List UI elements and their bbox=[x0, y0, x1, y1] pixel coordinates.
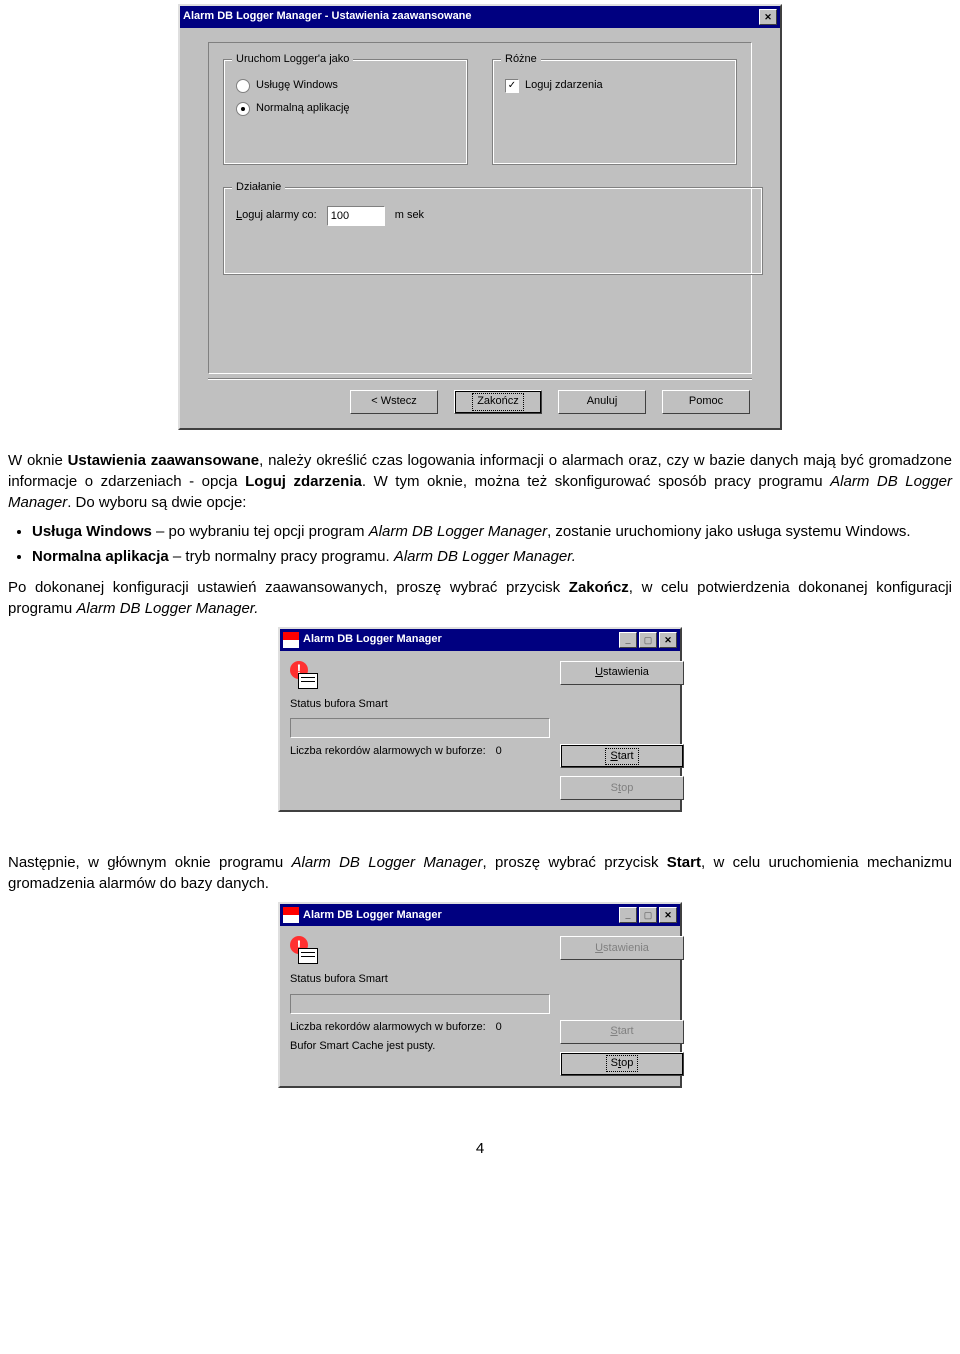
group-run-legend: Uruchom Logger'a jako bbox=[232, 52, 353, 67]
maximize-icon: ▢ bbox=[639, 632, 657, 648]
close-icon[interactable]: ✕ bbox=[759, 9, 777, 25]
settings-button: Ustawienia bbox=[560, 936, 684, 960]
stop-button[interactable]: Stop bbox=[560, 1052, 684, 1076]
radio-label: Usługę Windows bbox=[256, 78, 338, 93]
back-button[interactable]: < Wstecz bbox=[350, 390, 438, 414]
app-icon bbox=[283, 907, 299, 923]
log-every-unit: m sek bbox=[395, 208, 424, 223]
status-label: Status bufora Smart bbox=[290, 972, 670, 987]
group-misc: Różne ✓ Loguj zdarzenia bbox=[492, 59, 737, 165]
radio-windows-service[interactable]: Usługę Windows bbox=[236, 78, 455, 93]
bullet-service: Usługa Windows – po wybraniu tej opcji p… bbox=[32, 521, 952, 542]
app-icon bbox=[283, 632, 299, 648]
start-button: Start bbox=[560, 1020, 684, 1044]
group-action-legend: Działanie bbox=[232, 180, 285, 195]
stop-button: Stop bbox=[560, 776, 684, 800]
radio-label: Normalną aplikację bbox=[256, 101, 350, 116]
maximize-icon: ▢ bbox=[639, 907, 657, 923]
cache-empty-label: Bufor Smart Cache jest pusty. bbox=[290, 1039, 502, 1054]
radio-icon bbox=[236, 102, 250, 116]
titlebar: Alarm DB Logger Manager - Ustawienia zaa… bbox=[180, 6, 780, 28]
paragraph-2: Po dokonanej konfiguracji ustawień zaawa… bbox=[8, 577, 952, 619]
group-misc-legend: Różne bbox=[501, 52, 541, 67]
checkbox-icon: ✓ bbox=[505, 79, 519, 93]
paragraph-3: Następnie, w głównym oknie programu Alar… bbox=[8, 852, 952, 894]
log-interval-input[interactable] bbox=[327, 206, 385, 226]
minimize-icon[interactable]: _ bbox=[619, 907, 637, 923]
titlebar: Alarm DB Logger Manager _ ▢ ✕ bbox=[280, 904, 680, 926]
status-label: Status bufora Smart bbox=[290, 697, 670, 712]
checkbox-label: Loguj zdarzenia bbox=[525, 78, 603, 93]
records-label: Liczba rekordów alarmowych w buforze: bbox=[290, 1020, 486, 1035]
group-run-as: Uruchom Logger'a jako Usługę Windows Nor… bbox=[223, 59, 468, 165]
status-icon: ! bbox=[290, 936, 318, 964]
close-icon[interactable]: ✕ bbox=[659, 632, 677, 648]
start-button[interactable]: Start bbox=[560, 744, 684, 768]
dialog-title: Alarm DB Logger Manager bbox=[303, 908, 442, 923]
close-icon[interactable]: ✕ bbox=[659, 907, 677, 923]
status-field bbox=[290, 994, 550, 1014]
minimize-icon[interactable]: _ bbox=[619, 632, 637, 648]
sheet-icon bbox=[298, 948, 318, 964]
dialog-title: Alarm DB Logger Manager bbox=[303, 632, 442, 647]
records-label: Liczba rekordów alarmowych w buforze: bbox=[290, 744, 486, 759]
radio-icon bbox=[236, 79, 250, 93]
records-value: 0 bbox=[496, 744, 502, 759]
bullet-app: Normalna aplikacja – tryb normalny pracy… bbox=[32, 546, 952, 567]
status-icon: ! bbox=[290, 661, 318, 689]
records-value: 0 bbox=[496, 1020, 502, 1035]
titlebar: Alarm DB Logger Manager _ ▢ ✕ bbox=[280, 629, 680, 651]
finish-button[interactable]: Zakończ bbox=[454, 390, 542, 414]
inner-panel: Uruchom Logger'a jako Usługę Windows Nor… bbox=[208, 42, 752, 374]
sheet-icon bbox=[298, 673, 318, 689]
paragraph-1: W oknie Ustawienia zaawansowane, należy … bbox=[8, 450, 952, 513]
page-number: 4 bbox=[8, 1138, 952, 1159]
radio-normal-app[interactable]: Normalną aplikację bbox=[236, 101, 455, 116]
options-list: Usługa Windows – po wybraniu tej opcji p… bbox=[32, 521, 952, 567]
dialog-title: Alarm DB Logger Manager - Ustawienia zaa… bbox=[183, 9, 472, 24]
settings-button[interactable]: Ustawienia bbox=[560, 661, 684, 685]
logger-manager-dialog-stopped: Alarm DB Logger Manager _ ▢ ✕ ! Ustawien… bbox=[278, 627, 682, 812]
group-action: Działanie Loguj alarmy co: m sek bbox=[223, 187, 763, 275]
help-button[interactable]: Pomoc bbox=[662, 390, 750, 414]
logger-manager-dialog-running: Alarm DB Logger Manager _ ▢ ✕ ! Ustawien… bbox=[278, 902, 682, 1087]
log-every-label: Loguj alarmy co: bbox=[236, 208, 317, 223]
status-field bbox=[290, 718, 550, 738]
checkbox-log-events[interactable]: ✓ Loguj zdarzenia bbox=[505, 78, 724, 93]
cancel-button[interactable]: Anuluj bbox=[558, 390, 646, 414]
advanced-settings-dialog: Alarm DB Logger Manager - Ustawienia zaa… bbox=[178, 4, 782, 430]
